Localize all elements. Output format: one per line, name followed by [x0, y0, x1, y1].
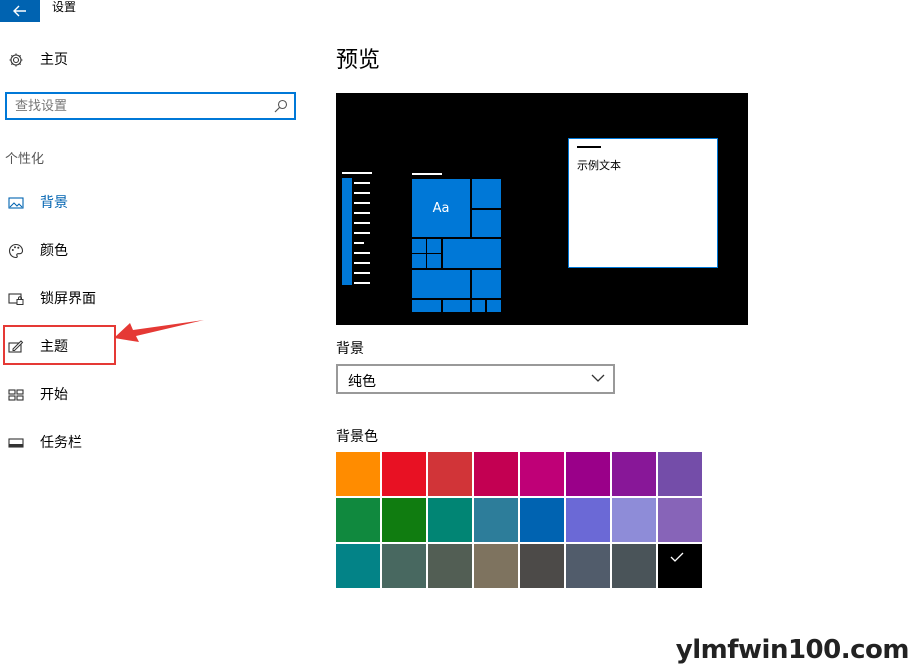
background-label: 背景	[336, 341, 364, 357]
annotation-highlight-box	[3, 325, 116, 365]
search-input[interactable]	[15, 97, 275, 115]
preview-sample-window: 示例文本	[568, 138, 718, 268]
gear-icon	[7, 51, 25, 69]
sidebar-item-taskbar[interactable]: 任务栏	[0, 425, 300, 461]
palette-icon	[7, 242, 25, 260]
lockscreen-icon	[7, 290, 25, 308]
start-icon	[7, 386, 25, 404]
sidebar-item-start[interactable]: 开始	[0, 377, 300, 413]
background-dropdown[interactable]: 纯色	[336, 364, 615, 394]
color-swatch[interactable]	[336, 544, 380, 588]
sidebar-item-colors[interactable]: 颜色	[0, 233, 300, 269]
sidebar-item-lockscreen[interactable]: 锁屏界面	[0, 281, 300, 317]
background-dropdown-value: 纯色	[348, 374, 376, 390]
color-swatch[interactable]	[382, 498, 426, 542]
color-swatch[interactable]	[612, 452, 656, 496]
color-swatch[interactable]	[520, 498, 564, 542]
checkmark-icon	[670, 552, 684, 562]
color-swatch[interactable]	[658, 544, 702, 588]
page-title: 预览	[336, 48, 381, 73]
sidebar-item-label: 颜色	[40, 243, 68, 259]
color-swatch[interactable]	[382, 452, 426, 496]
color-swatch[interactable]	[566, 452, 610, 496]
taskbar-icon	[7, 434, 25, 452]
preview-sample-text: 示例文本	[577, 159, 621, 172]
color-swatch[interactable]	[382, 544, 426, 588]
color-swatch-grid	[336, 452, 702, 590]
search-icon[interactable]	[274, 99, 288, 113]
color-swatch[interactable]	[566, 498, 610, 542]
color-swatch[interactable]	[428, 498, 472, 542]
annotation-arrow-icon	[114, 320, 204, 342]
search-box[interactable]	[5, 92, 296, 120]
chevron-down-icon	[591, 374, 605, 382]
color-swatch[interactable]	[612, 498, 656, 542]
color-swatch[interactable]	[566, 544, 610, 588]
color-swatch[interactable]	[474, 452, 518, 496]
watermark: ylmfwin100.com	[675, 635, 910, 665]
color-swatch[interactable]	[336, 498, 380, 542]
color-swatch[interactable]	[612, 544, 656, 588]
color-swatch[interactable]	[474, 544, 518, 588]
color-swatch[interactable]	[658, 452, 702, 496]
back-button[interactable]	[0, 0, 40, 22]
color-swatch[interactable]	[428, 544, 472, 588]
color-swatch[interactable]	[520, 544, 564, 588]
sidebar-item-label: 任务栏	[40, 435, 82, 451]
app-title: 设置	[52, 0, 77, 14]
color-swatch[interactable]	[428, 452, 472, 496]
sidebar-item-label: 锁屏界面	[40, 291, 96, 307]
back-arrow-icon	[13, 5, 26, 17]
picture-icon	[7, 194, 25, 212]
sidebar-item-label: 背景	[40, 195, 68, 211]
theme-preview: Aa 示例文本	[336, 93, 748, 325]
preview-tile-label: Aa	[412, 179, 470, 237]
section-heading: 个性化	[5, 152, 45, 167]
color-swatch[interactable]	[336, 452, 380, 496]
background-color-label: 背景色	[336, 429, 378, 445]
sidebar-item-home[interactable]: 主页	[0, 42, 300, 78]
sidebar-item-label: 主页	[40, 52, 68, 68]
color-swatch[interactable]	[658, 498, 702, 542]
color-swatch[interactable]	[520, 452, 564, 496]
sidebar-item-label: 开始	[40, 387, 68, 403]
color-swatch[interactable]	[474, 498, 518, 542]
sidebar-item-background[interactable]: 背景	[0, 185, 300, 221]
